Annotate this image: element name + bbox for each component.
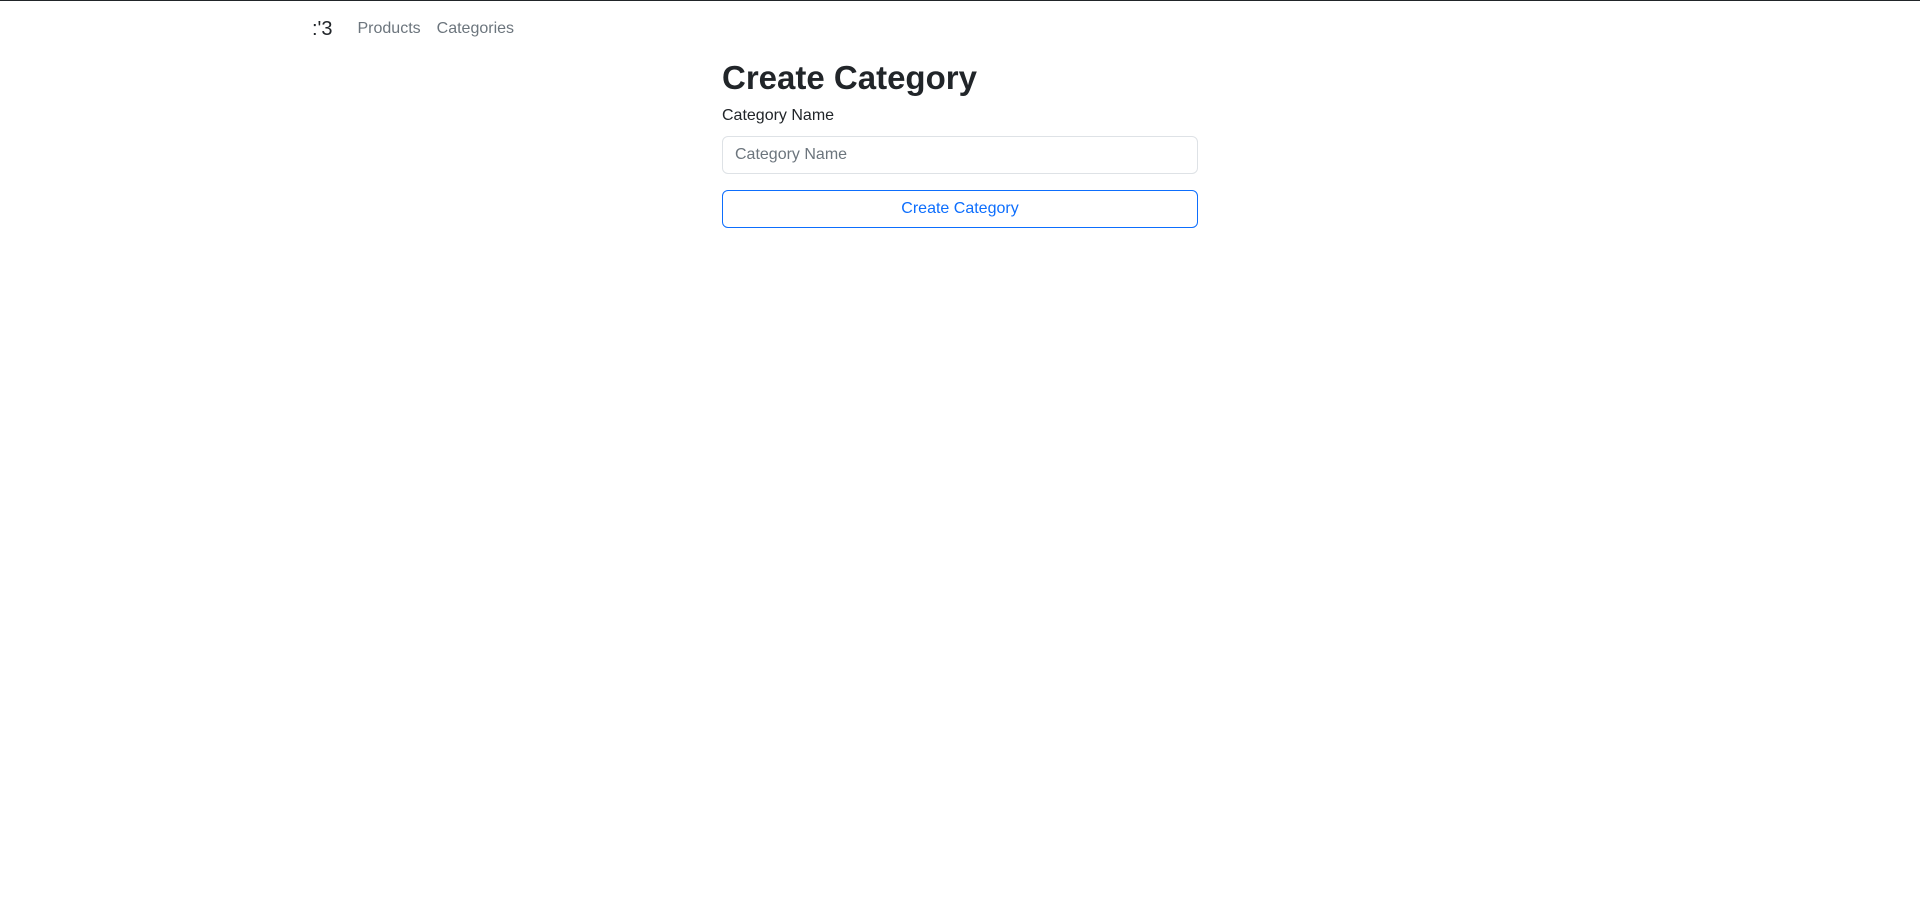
category-name-label: Category Name xyxy=(722,107,835,124)
nav-link-products[interactable]: Products xyxy=(358,14,421,44)
navbar: :'3 Products Categories xyxy=(312,14,530,44)
nav-link-categories[interactable]: Categories xyxy=(437,14,514,44)
top-border xyxy=(0,0,1920,1)
category-name-input[interactable] xyxy=(722,136,1198,174)
brand-logo[interactable]: :'3 xyxy=(312,14,333,44)
create-category-button[interactable]: Create Category xyxy=(722,190,1198,228)
create-category-form: Create Category Category Name Create Cat… xyxy=(722,56,1198,228)
page-title: Create Category xyxy=(722,59,977,96)
